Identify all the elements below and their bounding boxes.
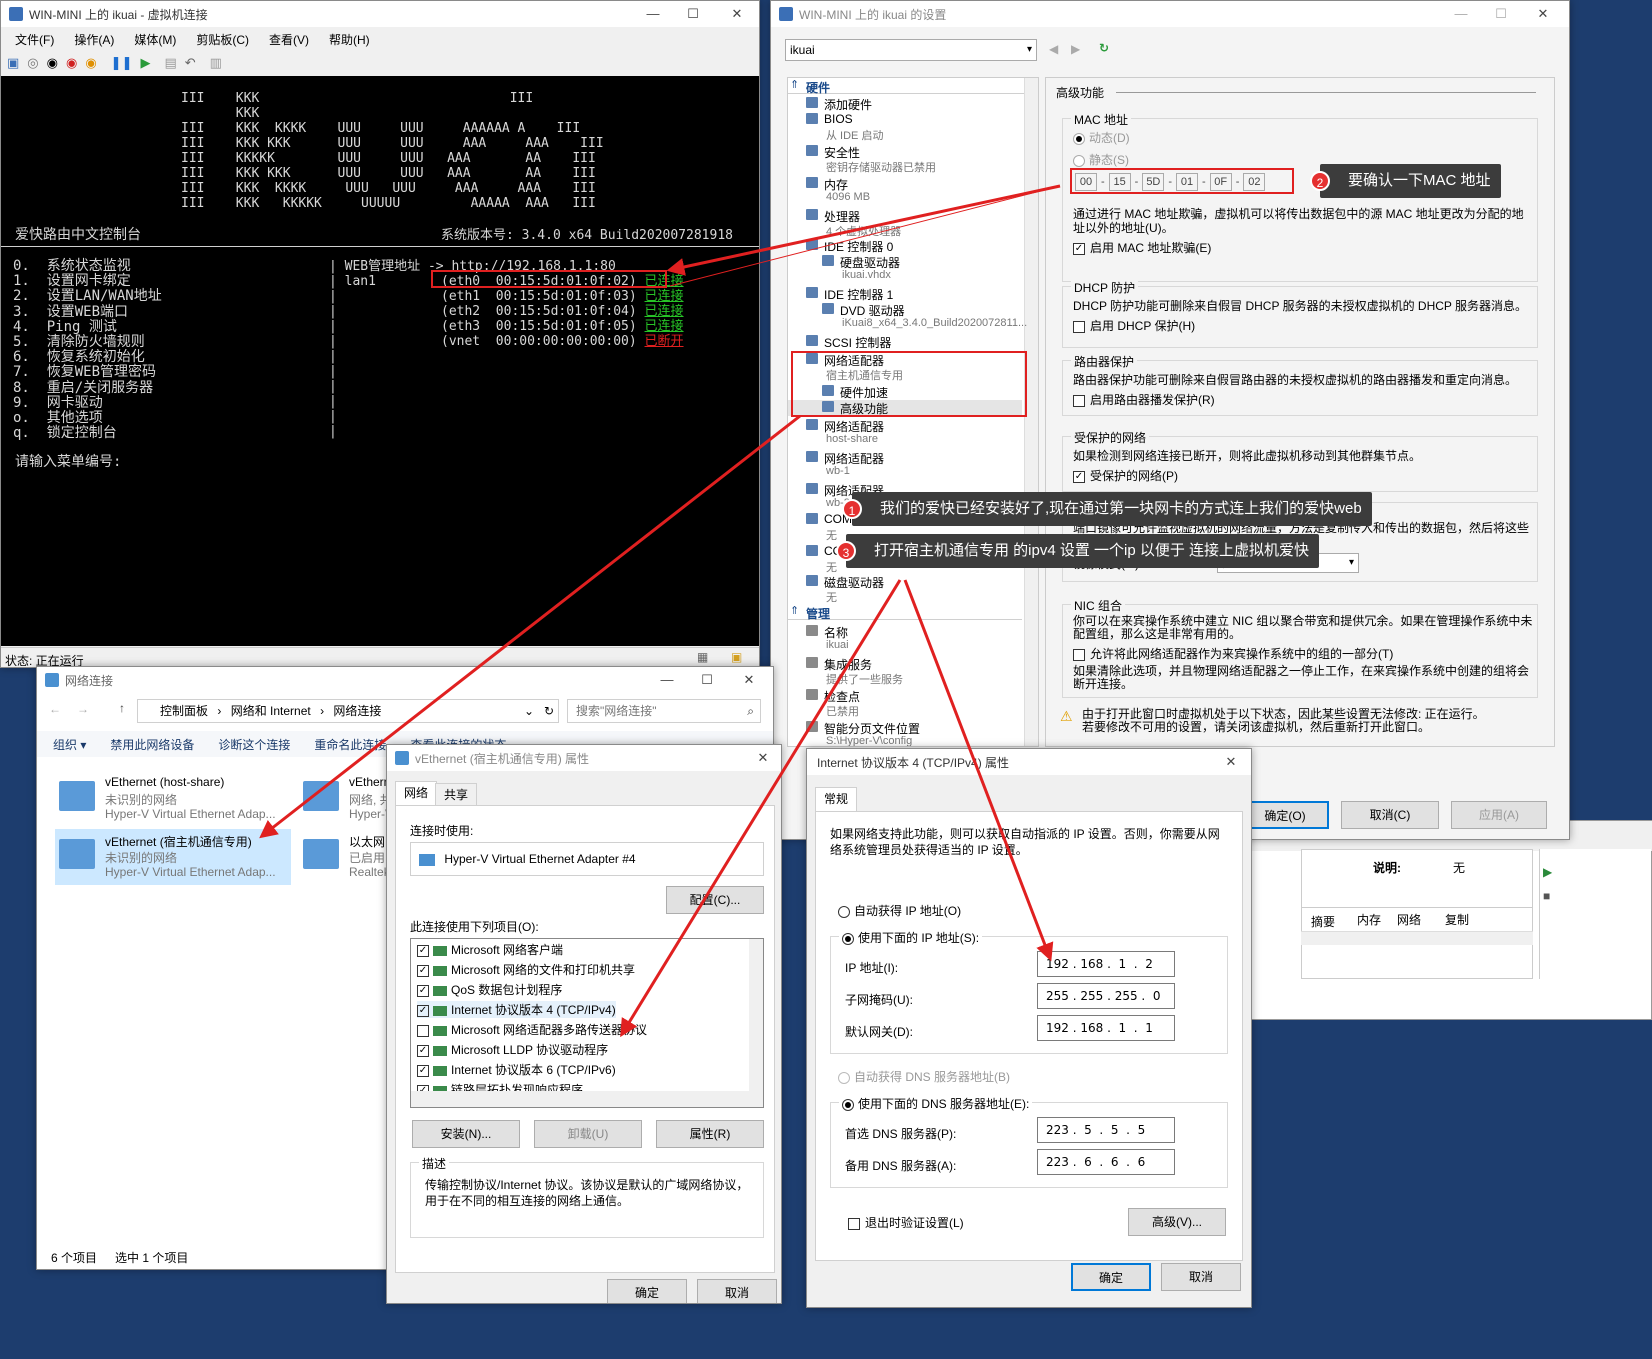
- annotation-2: 2 要确认一下MAC 地址: [1310, 164, 1501, 198]
- annotation-2-number: 2: [1310, 171, 1330, 191]
- arrow-note-to-ipv4-item: [620, 579, 902, 1038]
- annotation-3-text: 打开宿主机通信专用 的ipv4 设置 一个ip 以便于 连接上虚拟机爱快: [874, 542, 1310, 559]
- arrow-adapter-to-netconn: [259, 414, 801, 839]
- annotation-3-number: 3: [836, 541, 856, 561]
- annotation-1-number: 1: [842, 499, 862, 519]
- arrow-mac-to-console-thin: [669, 185, 1061, 287]
- annotation-1: 1 我们的爱快已经安装好了,现在通过第一块网卡的方式连上我们的爱快web: [842, 492, 1372, 526]
- annotation-2-text: 要确认一下MAC 地址: [1348, 172, 1491, 189]
- annotation-arrows: [259, 184, 1061, 1038]
- arrow-mac-to-console: [666, 184, 1061, 276]
- arrow-note-to-ipv4-dialog: [903, 579, 1054, 962]
- annotation-3: 3 打开宿主机通信专用 的ipv4 设置 一个ip 以便于 连接上虚拟机爱快: [836, 534, 1320, 568]
- annotation-1-text: 我们的爱快已经安装好了,现在通过第一块网卡的方式连上我们的爱快web: [880, 500, 1362, 517]
